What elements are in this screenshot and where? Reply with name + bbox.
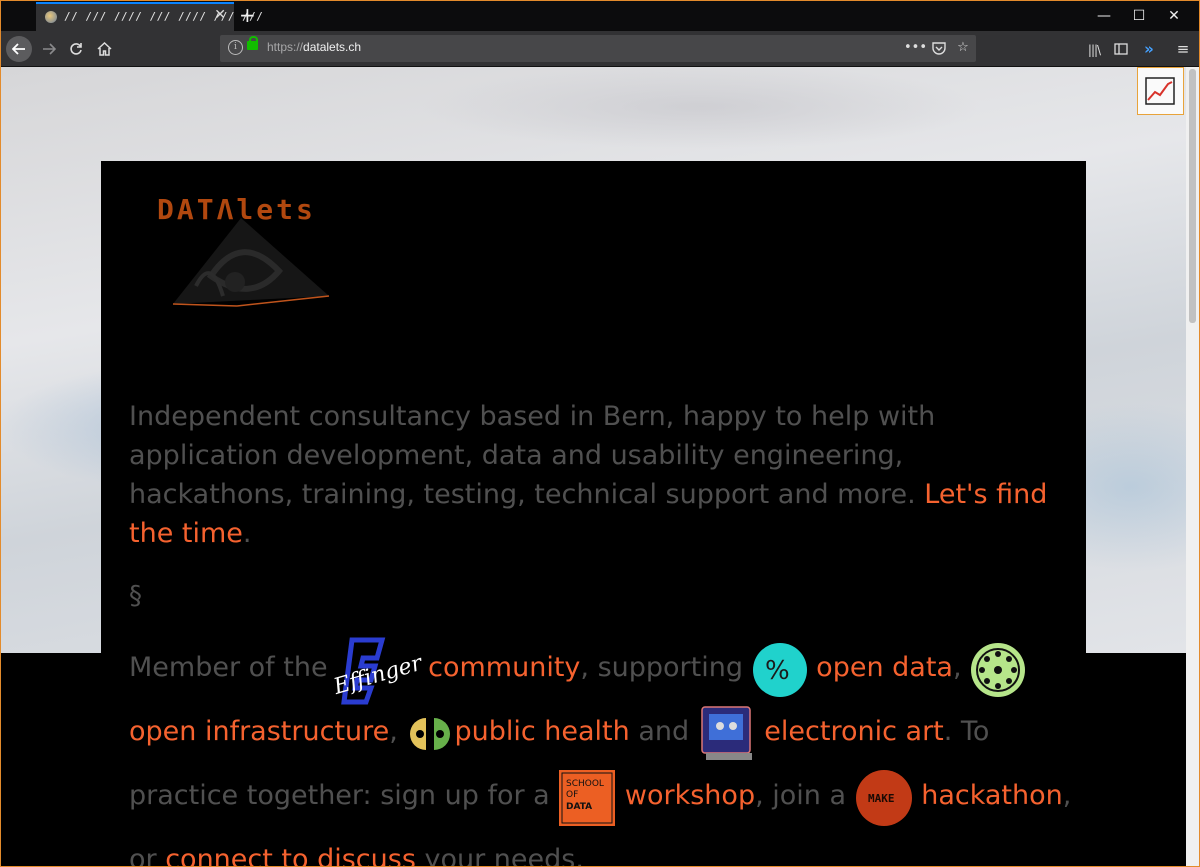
url-text[interactable]: https://datalets.ch — [267, 40, 361, 54]
page-viewport: DATΛlets Independent consultancy based i… — [1, 67, 1199, 866]
home-icon — [96, 41, 112, 56]
tab-title: // /// //// /// //// /// /// — [64, 10, 264, 23]
browser-window: // /// //// /// //// /// /// ✕ + — ☐ ✕ i… — [0, 0, 1200, 867]
sidebar-button[interactable] — [1109, 37, 1133, 61]
close-window-button[interactable]: ✕ — [1151, 1, 1197, 31]
page-actions-icon[interactable]: ••• — [904, 39, 927, 57]
reload-icon — [70, 43, 82, 55]
membership-paragraph: Member of the Effinger community, suppor… — [129, 636, 1079, 866]
bookmark-star-icon[interactable]: ☆ — [954, 39, 972, 57]
address-bar[interactable]: i https://datalets.ch ••• ☆ — [220, 35, 976, 62]
public-health-link[interactable]: public health — [454, 716, 629, 747]
open-data-link[interactable]: open data — [816, 652, 953, 683]
reload-button[interactable] — [64, 37, 88, 61]
back-button[interactable] — [6, 36, 32, 62]
school-of-data-logo[interactable]: SCHOOL OF DATA — [558, 765, 616, 828]
favicon-icon — [45, 11, 57, 23]
make-logo[interactable]: MAKE — [855, 765, 913, 828]
community-link[interactable]: community — [428, 652, 580, 683]
tab-bar: // /// //// /// //// /// /// ✕ + — ☐ ✕ — [1, 1, 1199, 31]
electronic-art-logo[interactable] — [698, 701, 756, 764]
public-health-logo[interactable] — [406, 701, 454, 764]
members-text-4: , — [389, 716, 407, 747]
open-infrastructure-link[interactable]: open infrastructure — [129, 716, 389, 747]
new-tab-button[interactable]: + — [239, 3, 256, 27]
members-text-5: and — [629, 716, 698, 747]
school-line2: OF — [566, 790, 578, 800]
electronic-art-link[interactable]: electronic art — [764, 716, 943, 747]
browser-tab[interactable]: // /// //// /// //// /// /// ✕ — [36, 2, 263, 31]
effinger-logo[interactable]: Effinger — [330, 637, 428, 704]
page-scrollbar[interactable] — [1186, 67, 1199, 866]
sidebar-icon — [1114, 43, 1128, 55]
library-icon: |||\ — [1087, 43, 1101, 57]
intro-end: . — [242, 518, 252, 549]
members-text-2: , supporting — [580, 652, 752, 683]
content-panel: DATΛlets Independent consultancy based i… — [101, 161, 1086, 866]
back-arrow-icon — [11, 43, 25, 55]
menu-icon: ≡ — [1176, 40, 1190, 58]
hackathon-link[interactable]: hackathon — [921, 780, 1063, 811]
lock-icon[interactable] — [247, 36, 258, 50]
home-button[interactable] — [92, 37, 116, 61]
url-host: datalets.ch — [303, 40, 362, 54]
open-data-glyph: % — [765, 656, 790, 686]
forward-arrow-icon — [43, 43, 57, 55]
extensions-overflow-button[interactable]: » — [1137, 37, 1161, 61]
line-chart-icon — [1145, 77, 1175, 105]
school-line1: SCHOOL — [566, 779, 604, 789]
connect-link[interactable]: connect to discuss — [165, 844, 416, 866]
library-button[interactable]: |||\ — [1082, 37, 1106, 61]
chart-extension-button[interactable] — [1137, 67, 1184, 115]
school-line3: DATA — [566, 802, 592, 812]
extensions-icon: » — [1144, 40, 1154, 58]
pocket-icon[interactable] — [930, 39, 948, 57]
info-icon[interactable]: i — [228, 40, 243, 55]
url-protocol: https:// — [267, 40, 304, 54]
members-text-9: your needs. — [415, 844, 584, 866]
make-text: MAKE — [868, 792, 895, 805]
forward-button[interactable] — [37, 37, 61, 61]
members-text-3: , — [952, 652, 971, 683]
workshop-link[interactable]: workshop — [625, 780, 755, 811]
members-text-7: , join a — [755, 780, 855, 811]
intro-text: Independent consultancy based in Bern, h… — [129, 401, 936, 510]
open-infrastructure-logo[interactable] — [970, 637, 1026, 700]
navigation-toolbar: i https://datalets.ch ••• ☆ |||\ » ≡ — [1, 31, 1199, 67]
pyramid-eye-logo[interactable] — [171, 216, 331, 316]
intro-paragraph: Independent consultancy based in Bern, h… — [129, 397, 1069, 553]
section-mark: § — [129, 581, 142, 611]
menu-button[interactable]: ≡ — [1171, 37, 1195, 61]
open-data-logo[interactable]: % — [752, 637, 808, 700]
close-tab-icon[interactable]: ✕ — [214, 7, 226, 23]
members-text-1: Member of the — [129, 652, 337, 683]
scrollbar-thumb[interactable] — [1189, 69, 1196, 323]
